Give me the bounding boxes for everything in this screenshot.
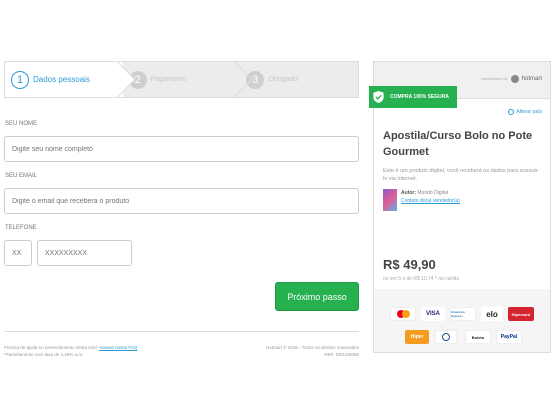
footer-help: Precisa de ajuda no preenchimento desta … [4, 344, 137, 358]
secure-purchase-badge: COMPRA 100% SEGURA [369, 86, 457, 108]
hipercard-icon: Hipercard [508, 307, 534, 321]
email-label: SEU EMAIL [5, 173, 38, 179]
email-input[interactable] [4, 188, 359, 214]
elo-icon: elo [481, 307, 503, 321]
step-label: Dados pessoais [33, 75, 90, 84]
shield-icon [373, 91, 384, 103]
hotmart-logo-text: hotmart [521, 76, 542, 82]
mastercard-icon [390, 307, 416, 321]
step-thanks: 3 Obrigado! [240, 62, 358, 97]
step-personal-data: 1 Dados pessoais [5, 60, 136, 99]
step-label: Obrigado! [268, 76, 300, 83]
name-input[interactable] [4, 136, 359, 162]
copyright-text: Hotmart © 2018 - Todos os direitos reser… [265, 345, 359, 350]
phone-label: TELEFONE [5, 225, 37, 231]
contact-seller-link[interactable]: Contato do(a) vendedor(a) [401, 198, 460, 204]
diners-icon [435, 330, 457, 344]
help-text: Precisa de ajuda no preenchimento desta … [4, 345, 99, 350]
name-label: SEU NOME [5, 121, 38, 127]
faq-link[interactable]: Acesse nossa FAQ [99, 345, 137, 350]
author-info: Autor: Mundo Digital Contato do(a) vende… [383, 189, 460, 211]
footer-copyright: Hotmart © 2018 - Todos os direitos reser… [260, 344, 359, 358]
next-step-button[interactable]: Próximo passo [275, 282, 359, 311]
product-title: Apostila/Curso Bolo no Pote Gourmet [383, 130, 533, 158]
author-name: Mundo Digital [417, 190, 448, 196]
boleto-icon: Boleto [465, 330, 491, 344]
globe-icon [508, 109, 515, 115]
footer-divider [4, 331, 359, 332]
ddd-input[interactable] [4, 240, 32, 266]
installment-note: *Parcelamento com taxa de 2,49% a.m. [4, 352, 84, 357]
step-label: Pagamento [150, 76, 187, 83]
change-country-label: Alterar país [516, 109, 542, 115]
secure-badge-text: COMPRA 100% SEGURA [390, 94, 449, 100]
change-country-link[interactable]: Alterar país [508, 109, 542, 115]
product-thumbnail [383, 189, 397, 211]
author-label: Autor: [401, 190, 416, 196]
phone-input[interactable] [37, 240, 132, 266]
product-description: Este é um produto digital, você receberá… [383, 168, 539, 182]
hiper-icon: Hiper [405, 330, 429, 344]
checkout-steps: 1 Dados pessoais 2 Pagamento 3 Obrigado! [4, 60, 359, 99]
amex-icon: American Express [450, 307, 476, 321]
visa-icon: VISA [421, 307, 445, 321]
reference-code: REF: D83106086 [324, 352, 359, 357]
hotmart-flame-icon [510, 75, 519, 83]
step-payment: 2 Pagamento [123, 60, 253, 99]
step-number: 1 [11, 70, 29, 89]
hotmart-brand: intermediado por hotmart [481, 75, 542, 83]
author-text: Autor: Mundo Digital Contato do(a) vende… [401, 189, 460, 211]
product-price: R$ 49,90 [383, 257, 436, 272]
paypal-icon: PayPal [496, 330, 522, 344]
installments-text: ou em 5 x de R$ 10,74 * no cartão [383, 276, 460, 282]
intermediated-by: intermediado por [481, 77, 508, 81]
